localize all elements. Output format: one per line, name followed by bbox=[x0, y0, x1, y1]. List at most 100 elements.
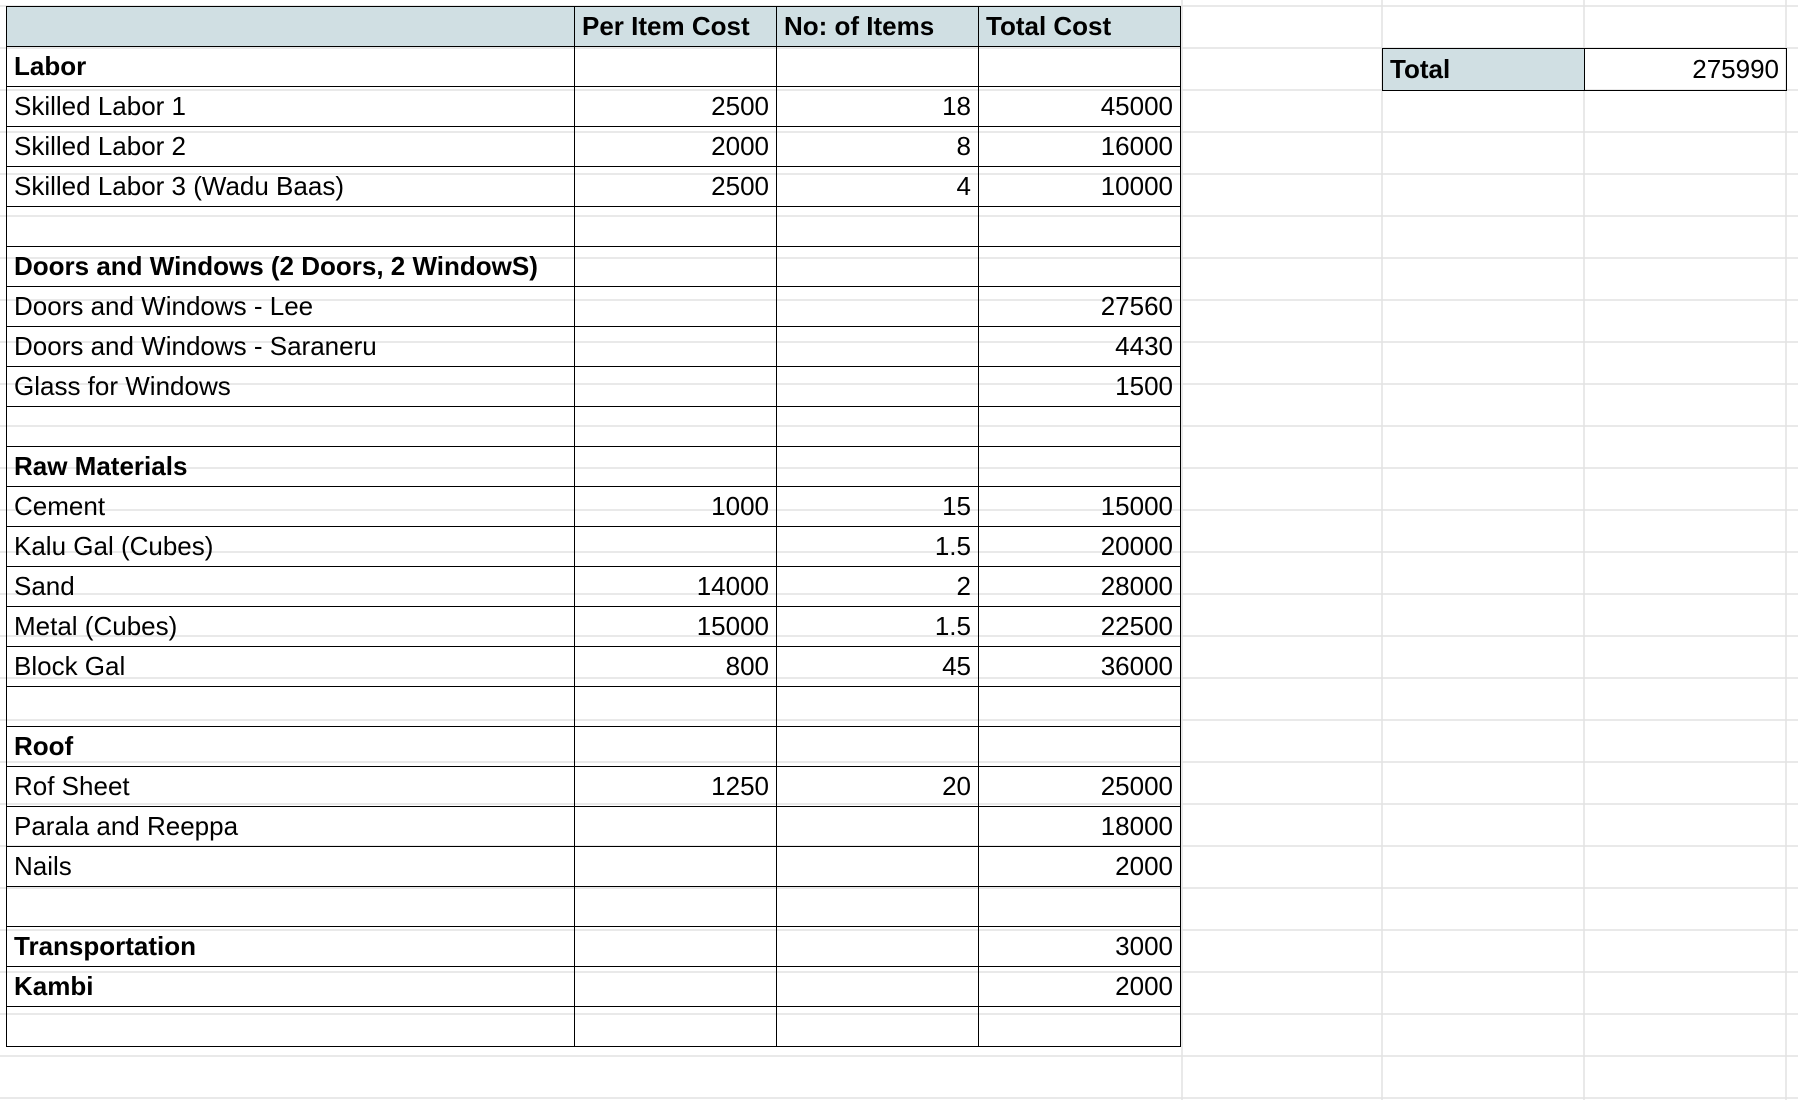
cell-per-item-cost[interactable]: 1250 bbox=[574, 766, 777, 807]
cell-no-of-items[interactable] bbox=[776, 46, 979, 87]
cell-no-of-items[interactable] bbox=[776, 286, 979, 327]
cell-label[interactable]: Doors and Windows - Lee bbox=[6, 286, 575, 327]
total-label-cell[interactable]: Total bbox=[1382, 48, 1585, 91]
cell-no-of-items[interactable] bbox=[776, 886, 979, 927]
cell-label[interactable]: Nails bbox=[6, 846, 575, 887]
cell-no-of-items[interactable] bbox=[776, 966, 979, 1007]
cell-total-cost[interactable] bbox=[978, 1006, 1181, 1047]
cell-label[interactable]: Glass for Windows bbox=[6, 366, 575, 407]
cell-total-cost[interactable]: 4430 bbox=[978, 326, 1181, 367]
cell-total-cost[interactable]: 28000 bbox=[978, 566, 1181, 607]
cell-per-item-cost[interactable]: 800 bbox=[574, 646, 777, 687]
cell-label[interactable]: Parala and Reeppa bbox=[6, 806, 575, 847]
cell-total-cost[interactable] bbox=[978, 726, 1181, 767]
cell-label[interactable]: Roof bbox=[6, 726, 575, 767]
cell-label[interactable]: Block Gal bbox=[6, 646, 575, 687]
cell-total-cost[interactable] bbox=[978, 46, 1181, 87]
cell-total-cost[interactable]: 2000 bbox=[978, 846, 1181, 887]
cell-total-cost[interactable] bbox=[978, 686, 1181, 727]
cell-label[interactable]: Skilled Labor 3 (Wadu Baas) bbox=[6, 166, 575, 207]
cell-no-of-items[interactable]: 1.5 bbox=[776, 606, 979, 647]
cell-no-of-items[interactable] bbox=[776, 806, 979, 847]
cell-per-item-cost[interactable] bbox=[574, 686, 777, 727]
header-cell-item[interactable] bbox=[6, 6, 575, 47]
cell-per-item-cost[interactable] bbox=[574, 886, 777, 927]
cell-total-cost[interactable]: 1500 bbox=[978, 366, 1181, 407]
cell-no-of-items[interactable] bbox=[776, 246, 979, 287]
cell-per-item-cost[interactable]: 15000 bbox=[574, 606, 777, 647]
cell-per-item-cost[interactable] bbox=[574, 846, 777, 887]
cell-total-cost[interactable]: 27560 bbox=[978, 286, 1181, 327]
cell-no-of-items[interactable]: 45 bbox=[776, 646, 979, 687]
cell-label[interactable]: Labor bbox=[6, 46, 575, 87]
cell-per-item-cost[interactable] bbox=[574, 966, 777, 1007]
cell-no-of-items[interactable]: 4 bbox=[776, 166, 979, 207]
cell-per-item-cost[interactable] bbox=[574, 206, 777, 247]
cell-total-cost[interactable] bbox=[978, 206, 1181, 247]
cell-label[interactable]: Metal (Cubes) bbox=[6, 606, 575, 647]
cell-per-item-cost[interactable]: 1000 bbox=[574, 486, 777, 527]
cell-label[interactable] bbox=[6, 1006, 575, 1047]
header-cell-total-cost[interactable]: Total Cost bbox=[978, 6, 1181, 47]
cell-per-item-cost[interactable] bbox=[574, 806, 777, 847]
cell-label[interactable]: Sand bbox=[6, 566, 575, 607]
cell-total-cost[interactable]: 10000 bbox=[978, 166, 1181, 207]
cell-total-cost[interactable]: 20000 bbox=[978, 526, 1181, 567]
cell-per-item-cost[interactable] bbox=[574, 46, 777, 87]
cell-label[interactable]: Doors and Windows (2 Doors, 2 WindowS) bbox=[6, 246, 575, 287]
cell-no-of-items[interactable] bbox=[776, 726, 979, 767]
cell-label[interactable]: Rof Sheet bbox=[6, 766, 575, 807]
cell-per-item-cost[interactable] bbox=[574, 726, 777, 767]
cell-no-of-items[interactable] bbox=[776, 926, 979, 967]
cell-label[interactable] bbox=[6, 686, 575, 727]
cell-total-cost[interactable] bbox=[978, 246, 1181, 287]
cell-per-item-cost[interactable] bbox=[574, 246, 777, 287]
cell-per-item-cost[interactable] bbox=[574, 286, 777, 327]
cell-no-of-items[interactable] bbox=[776, 446, 979, 487]
cell-no-of-items[interactable]: 20 bbox=[776, 766, 979, 807]
cell-per-item-cost[interactable] bbox=[574, 526, 777, 567]
cell-no-of-items[interactable] bbox=[776, 846, 979, 887]
cell-total-cost[interactable]: 45000 bbox=[978, 86, 1181, 127]
cell-per-item-cost[interactable] bbox=[574, 926, 777, 967]
cell-total-cost[interactable]: 3000 bbox=[978, 926, 1181, 967]
cell-no-of-items[interactable] bbox=[776, 686, 979, 727]
cell-no-of-items[interactable] bbox=[776, 206, 979, 247]
cell-total-cost[interactable]: 2000 bbox=[978, 966, 1181, 1007]
cell-per-item-cost[interactable] bbox=[574, 326, 777, 367]
cell-label[interactable]: Skilled Labor 1 bbox=[6, 86, 575, 127]
cell-total-cost[interactable]: 15000 bbox=[978, 486, 1181, 527]
cell-per-item-cost[interactable] bbox=[574, 1006, 777, 1047]
cell-label[interactable]: Cement bbox=[6, 486, 575, 527]
cell-no-of-items[interactable] bbox=[776, 326, 979, 367]
cell-label[interactable]: Kalu Gal (Cubes) bbox=[6, 526, 575, 567]
cell-label[interactable]: Transportation bbox=[6, 926, 575, 967]
cell-label[interactable] bbox=[6, 206, 575, 247]
cell-no-of-items[interactable] bbox=[776, 366, 979, 407]
cell-per-item-cost[interactable] bbox=[574, 366, 777, 407]
cell-no-of-items[interactable]: 2 bbox=[776, 566, 979, 607]
cell-total-cost[interactable]: 16000 bbox=[978, 126, 1181, 167]
cell-total-cost[interactable] bbox=[978, 886, 1181, 927]
cell-total-cost[interactable]: 25000 bbox=[978, 766, 1181, 807]
total-value-cell[interactable]: 275990 bbox=[1584, 48, 1787, 91]
cell-per-item-cost[interactable] bbox=[574, 406, 777, 447]
cell-total-cost[interactable] bbox=[978, 446, 1181, 487]
cell-per-item-cost[interactable]: 2500 bbox=[574, 166, 777, 207]
cell-per-item-cost[interactable] bbox=[574, 446, 777, 487]
header-cell-per-item-cost[interactable]: Per Item Cost bbox=[574, 6, 777, 47]
cell-label[interactable] bbox=[6, 886, 575, 927]
cell-total-cost[interactable]: 18000 bbox=[978, 806, 1181, 847]
cell-no-of-items[interactable] bbox=[776, 406, 979, 447]
cell-no-of-items[interactable] bbox=[776, 1006, 979, 1047]
cell-total-cost[interactable]: 36000 bbox=[978, 646, 1181, 687]
cell-label[interactable] bbox=[6, 406, 575, 447]
cell-label[interactable]: Skilled Labor 2 bbox=[6, 126, 575, 167]
cell-no-of-items[interactable]: 8 bbox=[776, 126, 979, 167]
cell-per-item-cost[interactable]: 2000 bbox=[574, 126, 777, 167]
cell-no-of-items[interactable]: 18 bbox=[776, 86, 979, 127]
cell-total-cost[interactable] bbox=[978, 406, 1181, 447]
cell-per-item-cost[interactable]: 2500 bbox=[574, 86, 777, 127]
cell-per-item-cost[interactable]: 14000 bbox=[574, 566, 777, 607]
cell-no-of-items[interactable]: 1.5 bbox=[776, 526, 979, 567]
